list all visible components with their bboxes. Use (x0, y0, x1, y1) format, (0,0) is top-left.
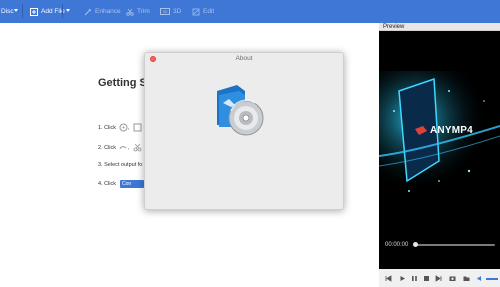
preview-panel: Preview ANYMP4 00:00:00 (379, 23, 500, 287)
seek-handle[interactable] (413, 242, 418, 247)
add-file-icon (30, 7, 38, 16)
playback-time: 00:00:00 (385, 242, 409, 248)
trim-button[interactable]: Trim (126, 0, 150, 23)
add-file-dropdown-icon[interactable] (66, 9, 70, 12)
disc-dropdown-icon[interactable] (14, 9, 18, 12)
3d-button[interactable]: 3D 3D (160, 0, 181, 23)
add-file-icon[interactable] (133, 123, 142, 132)
play-icon[interactable] (399, 275, 406, 282)
step-3: 3. Select output fo (98, 162, 142, 168)
add-file-button[interactable]: Add File (30, 0, 65, 23)
preview-title: Preview (383, 24, 405, 30)
3d-label: 3D (173, 8, 182, 15)
toolbar-divider (62, 4, 63, 18)
scissors-icon (126, 8, 134, 16)
enhance-icon (84, 8, 92, 15)
edit-icon (192, 8, 200, 15)
preview-video-area[interactable]: ANYMP4 00:00:00 (379, 31, 500, 269)
convert-button-example[interactable]: Con (120, 180, 145, 188)
playback-controls (379, 269, 500, 287)
dialog-titlebar[interactable]: About (145, 53, 343, 66)
step-2-separator: , (128, 144, 130, 151)
top-toolbar: Disc Add File Enhance Trim 3D 3D Edit (0, 0, 500, 23)
step-3-text: 3. Select output fo (98, 162, 143, 168)
step-2-text: 2. Click (98, 144, 117, 151)
step-2: 2. Click , (98, 143, 142, 152)
preview-header: Preview (379, 23, 500, 31)
load-disc-button[interactable]: Disc (1, 0, 14, 23)
step-1-separator: , (128, 124, 130, 131)
enhance-icon[interactable] (119, 143, 128, 152)
about-dialog: About (144, 52, 344, 210)
brand-watermark: ANYMP4 (430, 125, 473, 136)
pause-icon[interactable] (411, 275, 418, 282)
edit-label: Edit (203, 8, 215, 15)
step-1-text: 1. Click (98, 124, 117, 131)
step-4: 4. Click Con (98, 180, 145, 188)
enhance-button[interactable]: Enhance (84, 0, 121, 23)
scissors-icon[interactable] (133, 143, 142, 152)
stop-icon[interactable] (423, 275, 430, 282)
volume-slider[interactable] (486, 278, 498, 280)
step-1: 1. Click , (98, 123, 142, 132)
app-logo-icon (217, 85, 264, 136)
toolbar-divider (22, 4, 23, 18)
disc-label: Disc (1, 8, 14, 15)
previous-icon[interactable] (385, 275, 392, 282)
seek-bar[interactable] (413, 242, 495, 247)
video-artwork (379, 31, 500, 269)
folder-icon[interactable] (463, 275, 470, 282)
dialog-title: About (235, 55, 253, 62)
step-4-text: 4. Click (98, 181, 117, 187)
load-disc-icon[interactable] (119, 123, 128, 132)
next-icon[interactable] (435, 275, 442, 282)
trim-label: Trim (137, 8, 150, 15)
enhance-label: Enhance (95, 8, 121, 15)
edit-button[interactable]: Edit (192, 0, 214, 23)
3d-icon: 3D (160, 8, 170, 15)
snapshot-icon[interactable] (449, 275, 456, 282)
volume-icon[interactable] (477, 275, 484, 282)
